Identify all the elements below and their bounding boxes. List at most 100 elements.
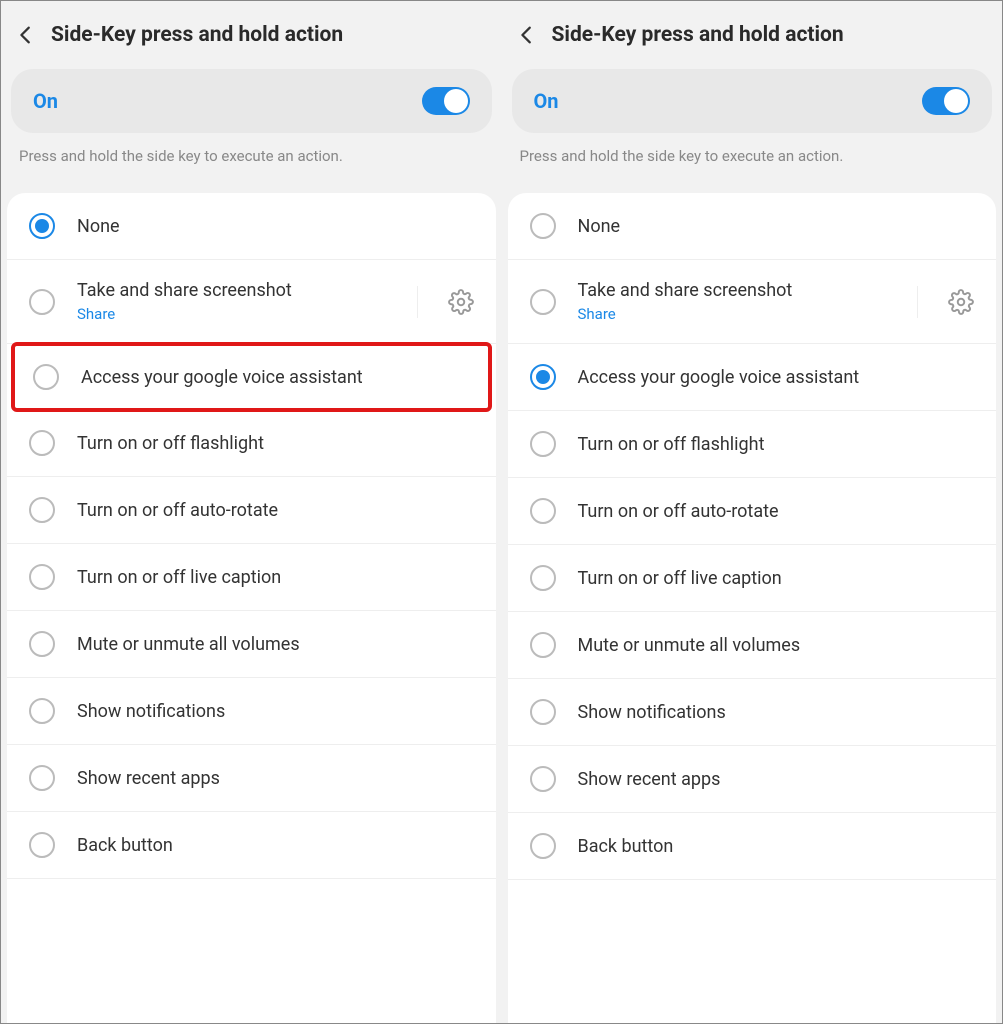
option-row[interactable]: Show notifications — [508, 679, 997, 746]
option-label: None — [578, 216, 975, 237]
option-label: Turn on or off flashlight — [578, 434, 975, 455]
option-body: Turn on or off flashlight — [578, 434, 975, 455]
separator — [417, 286, 418, 318]
separator — [917, 286, 918, 318]
option-body: Access your google voice assistant — [81, 367, 470, 388]
description: Press and hold the side key to execute a… — [1, 133, 502, 193]
option-row[interactable]: Take and share screenshotShare — [508, 260, 997, 344]
radio-button[interactable] — [29, 289, 55, 315]
option-label: Access your google voice assistant — [81, 367, 470, 388]
radio-button[interactable] — [530, 289, 556, 315]
option-label: Turn on or off flashlight — [77, 433, 474, 454]
radio-button[interactable] — [29, 765, 55, 791]
option-body: Show recent apps — [578, 769, 975, 790]
option-row[interactable]: Show recent apps — [508, 746, 997, 813]
option-body: Access your google voice assistant — [578, 367, 975, 388]
option-body: Turn on or off auto-rotate — [578, 501, 975, 522]
option-label: Take and share screenshot — [77, 280, 389, 301]
header: Side-Key press and hold action — [1, 1, 502, 69]
option-body: Mute or unmute all volumes — [578, 635, 975, 656]
option-label: Show notifications — [77, 701, 474, 722]
back-icon[interactable] — [15, 24, 37, 46]
option-row[interactable]: Take and share screenshot Share — [7, 260, 496, 344]
radio-button[interactable] — [530, 565, 556, 591]
option-label: Back button — [578, 836, 975, 857]
option-row[interactable]: Turn on or off live caption — [508, 545, 997, 612]
option-body: Back button — [77, 835, 474, 856]
option-row[interactable]: Access your google voice assistant — [11, 342, 492, 412]
option-label: Turn on or off auto-rotate — [77, 500, 474, 521]
radio-button[interactable] — [29, 497, 55, 523]
option-row[interactable]: None — [7, 193, 496, 260]
gear-icon[interactable] — [448, 289, 474, 315]
option-body: Turn on or off flashlight — [77, 433, 474, 454]
master-toggle-row[interactable]: On — [512, 69, 993, 133]
option-label: Turn on or off live caption — [578, 568, 975, 589]
radio-button[interactable] — [530, 498, 556, 524]
back-icon[interactable] — [516, 24, 538, 46]
option-label: Take and share screenshot — [578, 280, 890, 301]
option-row[interactable]: Access your google voice assistant — [508, 344, 997, 411]
description: Press and hold the side key to execute a… — [502, 133, 1003, 193]
option-row[interactable]: Turn on or off flashlight — [508, 411, 997, 478]
page-title: Side-Key press and hold action — [51, 23, 343, 47]
master-toggle-row[interactable]: On — [11, 69, 492, 133]
option-row[interactable]: Turn on or off auto-rotate — [7, 477, 496, 544]
option-row[interactable]: Back button — [508, 813, 997, 880]
option-label: Turn on or off live caption — [77, 567, 474, 588]
option-label: Mute or unmute all volumes — [77, 634, 474, 655]
options-list-left: None Take and share screenshot Share Access… — [7, 193, 496, 1023]
option-label: Back button — [77, 835, 474, 856]
option-label: Show notifications — [578, 702, 975, 723]
option-row[interactable]: Show recent apps — [7, 745, 496, 812]
radio-button[interactable] — [530, 431, 556, 457]
option-body: Take and share screenshotShare — [578, 280, 890, 323]
radio-button[interactable] — [29, 631, 55, 657]
radio-button[interactable] — [29, 832, 55, 858]
radio-button[interactable] — [530, 364, 556, 390]
option-row[interactable]: Turn on or off live caption — [7, 544, 496, 611]
option-body: None — [578, 216, 975, 237]
gear-icon[interactable] — [948, 289, 974, 315]
option-row[interactable]: Show notifications — [7, 678, 496, 745]
option-body: Show recent apps — [77, 768, 474, 789]
option-row[interactable]: Turn on or off flashlight — [7, 410, 496, 477]
radio-button[interactable] — [29, 213, 55, 239]
options-list-right: None Take and share screenshotShare Access… — [508, 193, 997, 1023]
option-body: Turn on or off auto-rotate — [77, 500, 474, 521]
option-label: Mute or unmute all volumes — [578, 635, 975, 656]
option-row[interactable]: Turn on or off auto-rotate — [508, 478, 997, 545]
toggle-switch[interactable] — [422, 87, 470, 115]
option-label: Access your google voice assistant — [578, 367, 975, 388]
option-row[interactable]: Mute or unmute all volumes — [7, 611, 496, 678]
option-body: Turn on or off live caption — [578, 568, 975, 589]
radio-button[interactable] — [33, 364, 59, 390]
toggle-switch[interactable] — [922, 87, 970, 115]
option-sublabel: Share — [77, 305, 389, 323]
radio-button[interactable] — [29, 564, 55, 590]
radio-button[interactable] — [29, 430, 55, 456]
option-label: Turn on or off auto-rotate — [578, 501, 975, 522]
option-row[interactable]: None — [508, 193, 997, 260]
radio-button[interactable] — [530, 766, 556, 792]
panel-left: Side-Key press and hold action On Press … — [1, 1, 502, 1023]
option-row[interactable]: Mute or unmute all volumes — [508, 612, 997, 679]
option-body: None — [77, 216, 474, 237]
radio-button[interactable] — [530, 213, 556, 239]
toggle-label: On — [33, 89, 58, 113]
option-body: Show notifications — [578, 702, 975, 723]
radio-button[interactable] — [29, 698, 55, 724]
header: Side-Key press and hold action — [502, 1, 1003, 69]
option-label: Show recent apps — [77, 768, 474, 789]
option-label: Show recent apps — [578, 769, 975, 790]
radio-button[interactable] — [530, 632, 556, 658]
radio-button[interactable] — [530, 833, 556, 859]
option-body: Back button — [578, 836, 975, 857]
radio-button[interactable] — [530, 699, 556, 725]
option-body: Take and share screenshot Share — [77, 280, 389, 323]
option-body: Show notifications — [77, 701, 474, 722]
option-body: Turn on or off live caption — [77, 567, 474, 588]
option-label: None — [77, 216, 474, 237]
option-row[interactable]: Back button — [7, 812, 496, 879]
page-title: Side-Key press and hold action — [552, 23, 844, 47]
